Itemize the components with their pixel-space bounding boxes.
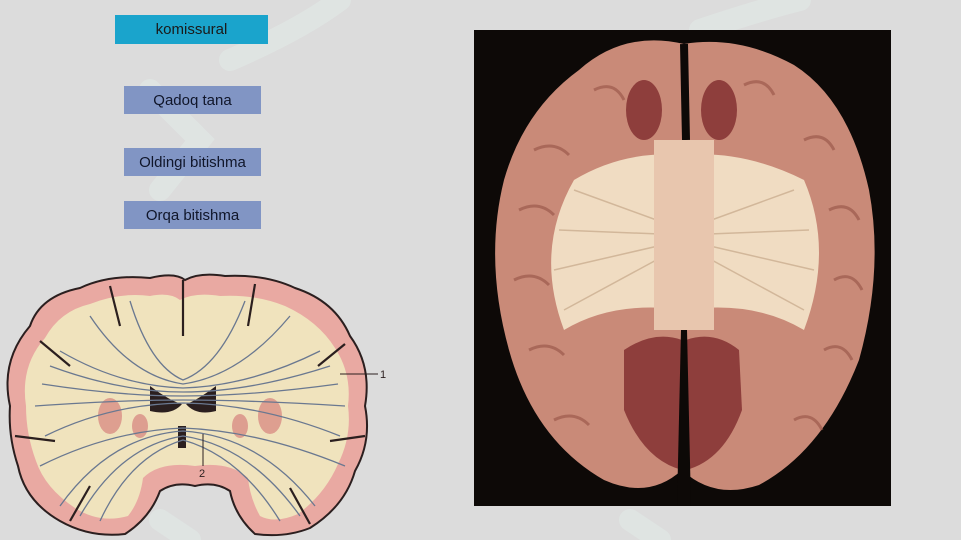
topic-title: komissural <box>115 15 268 44</box>
label-1: 1 <box>380 369 386 381</box>
term-anterior-commissure[interactable]: Oldingi bitishma <box>124 148 261 176</box>
brain-dissection-photo <box>474 30 891 506</box>
term-corpus-callosum[interactable]: Qadoq tana <box>124 86 261 114</box>
corpus-callosum-trunk <box>654 140 714 330</box>
label-2: 2 <box>199 468 205 480</box>
term-posterior-commissure[interactable]: Orqa bitishma <box>124 201 261 229</box>
coronal-brain-diagram: 1 2 <box>6 273 386 537</box>
white-matter <box>24 294 349 520</box>
